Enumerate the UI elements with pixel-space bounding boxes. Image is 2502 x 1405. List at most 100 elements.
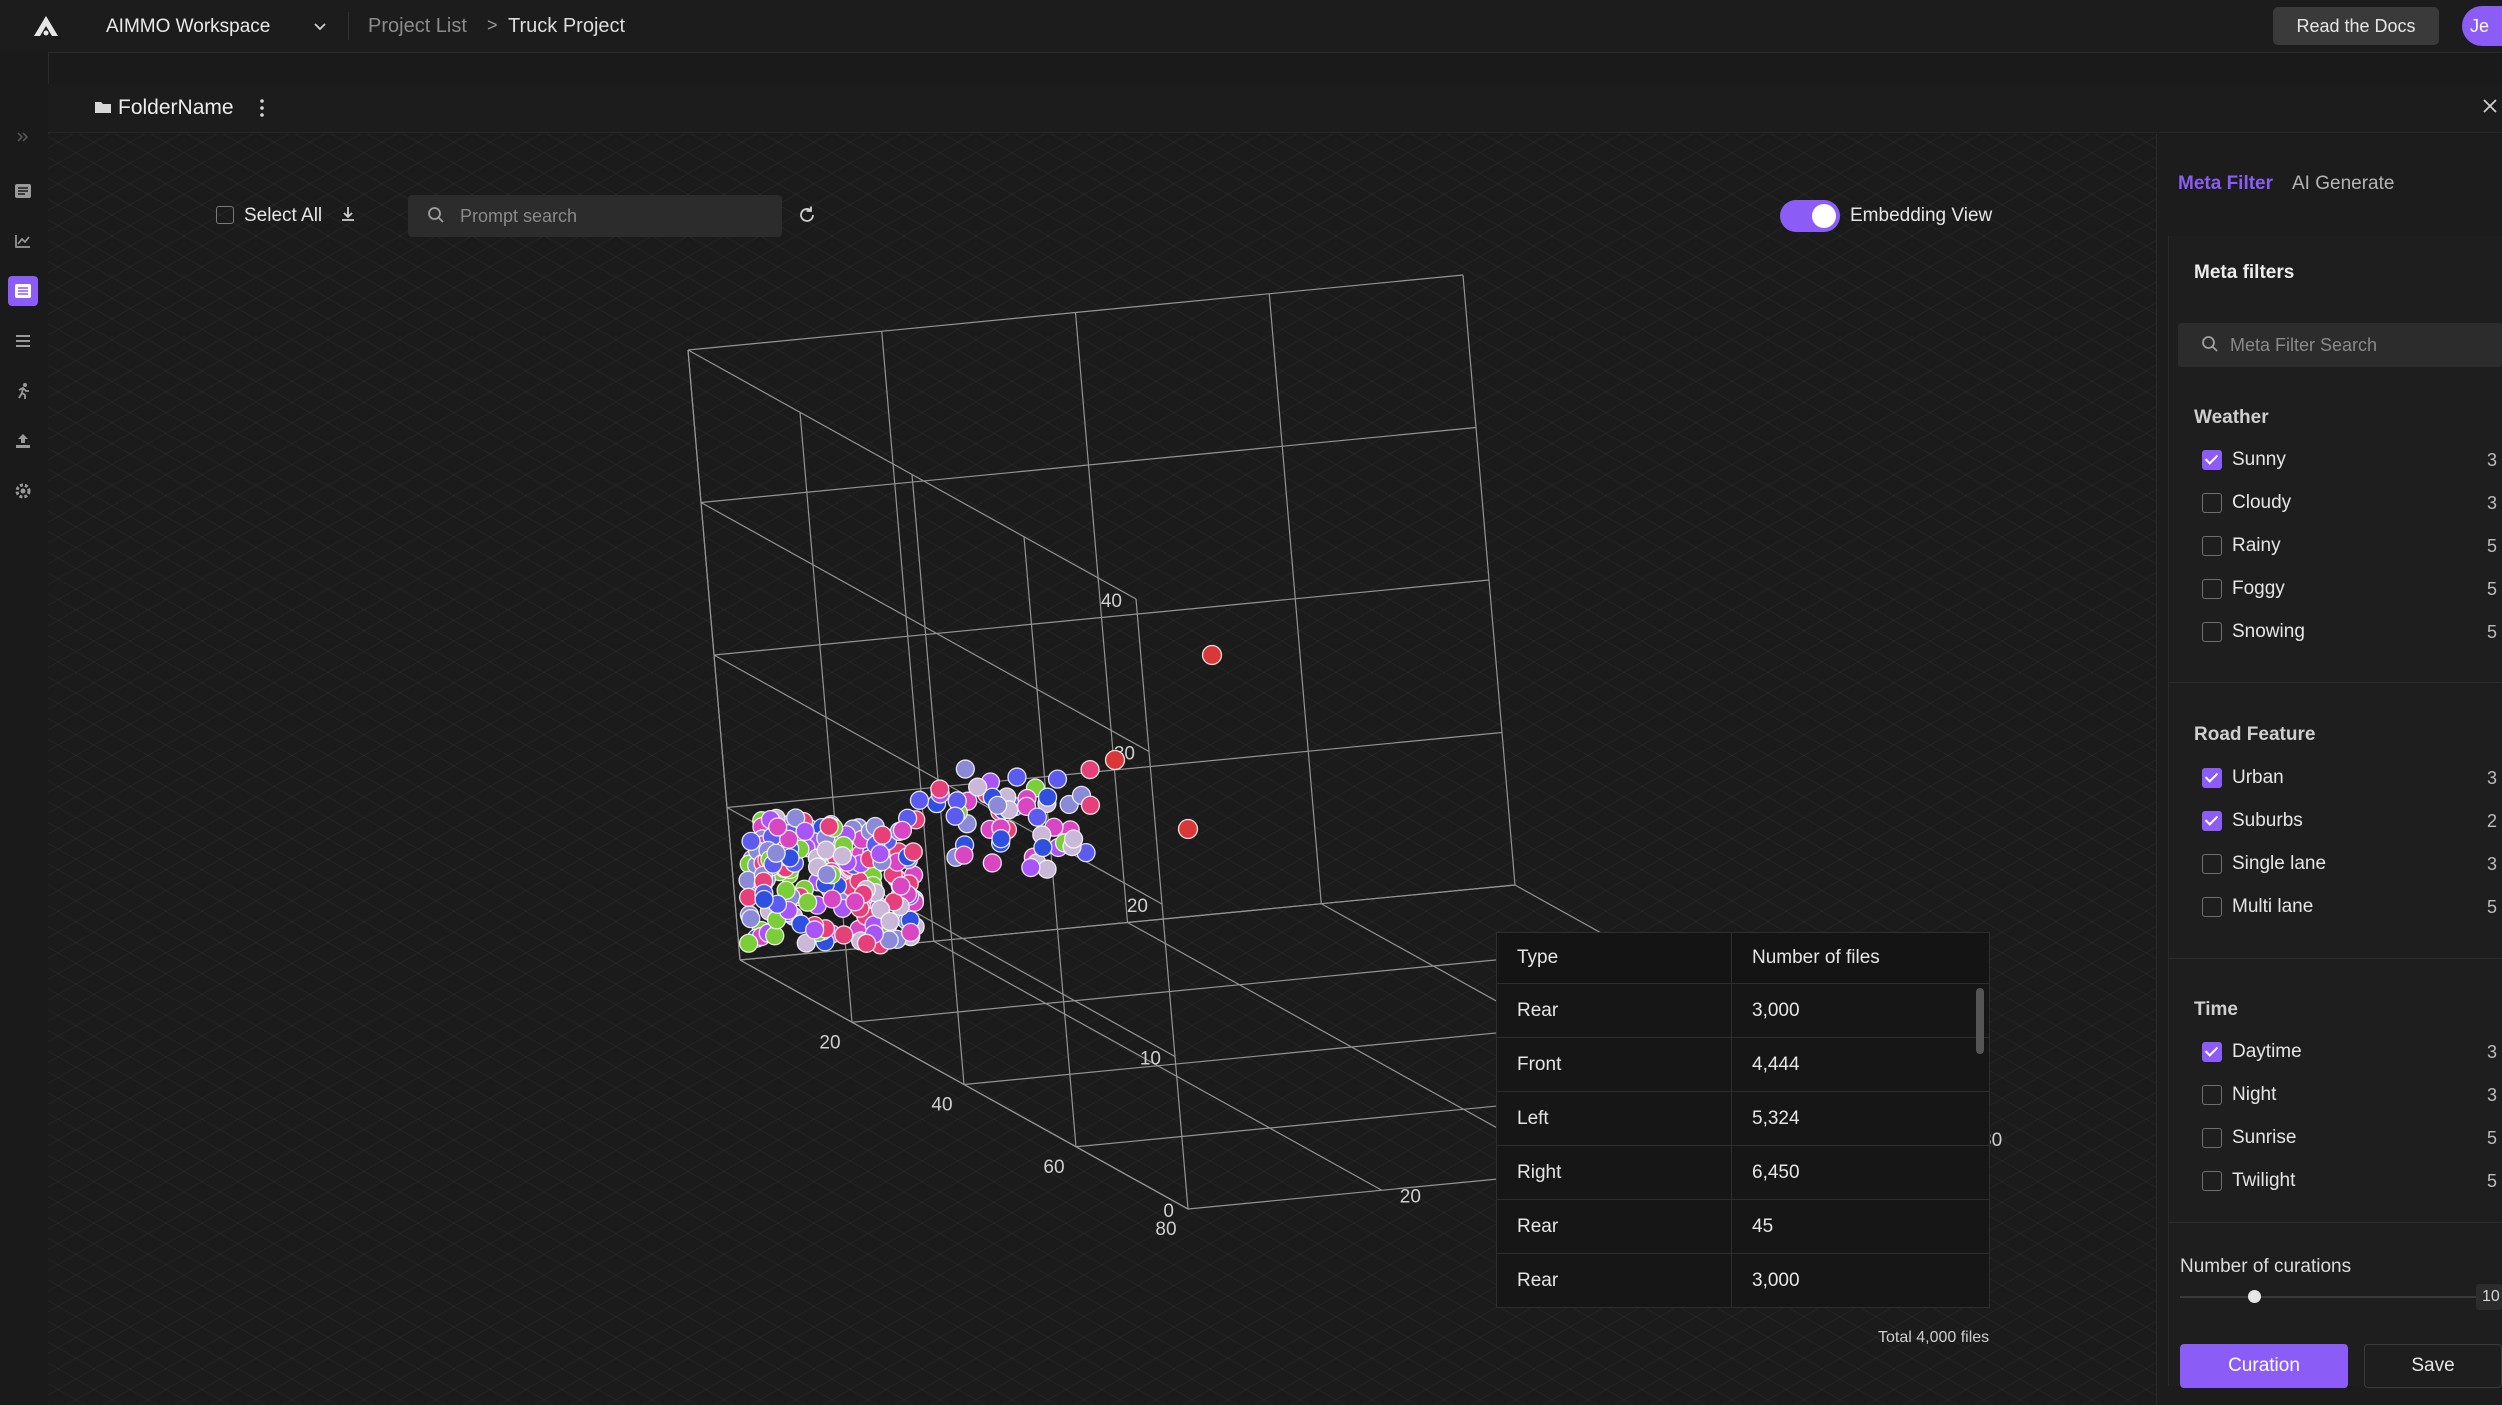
cell-count: 3,000 bbox=[1731, 983, 1990, 1038]
checkbox-snowing[interactable] bbox=[2202, 622, 2222, 642]
filter-label-cloudy[interactable]: Cloudy bbox=[2232, 492, 2291, 514]
section-title-road-feature: Road Feature bbox=[2194, 724, 2316, 745]
axis-tick-label: 20 bbox=[1400, 1186, 1421, 1207]
filter-label-daytime[interactable]: Daytime bbox=[2232, 1041, 2302, 1063]
scatter-point bbox=[991, 829, 1011, 849]
filter-label-suburbs[interactable]: Suburbs bbox=[2232, 810, 2303, 832]
scatter-point bbox=[955, 759, 975, 779]
checkbox-sunrise[interactable] bbox=[2202, 1128, 2222, 1148]
cell-type: Left bbox=[1496, 1091, 1732, 1146]
scatter-point bbox=[892, 820, 913, 841]
section-divider bbox=[2168, 682, 2502, 683]
select-all-label[interactable]: Select All bbox=[244, 205, 322, 227]
close-icon[interactable] bbox=[2482, 98, 2498, 114]
checkbox-single-lane[interactable] bbox=[2202, 854, 2222, 874]
prompt-search-input[interactable] bbox=[408, 195, 782, 237]
filter-label-rainy[interactable]: Rainy bbox=[2232, 535, 2281, 557]
scatter-point bbox=[765, 926, 785, 946]
scatter-point bbox=[817, 864, 837, 885]
table-scrollbar[interactable] bbox=[1976, 988, 1984, 1054]
scatter-point bbox=[903, 842, 923, 862]
grid-line bbox=[700, 501, 1150, 753]
filter-label-single-lane[interactable]: Single lane bbox=[2232, 853, 2326, 875]
filter-label-snowing[interactable]: Snowing bbox=[2232, 621, 2305, 643]
cell-type: Rear bbox=[1496, 1199, 1732, 1254]
refresh-icon[interactable] bbox=[796, 204, 818, 226]
scatter-point bbox=[1201, 644, 1223, 666]
filter-label-multi-lane[interactable]: Multi lane bbox=[2232, 896, 2313, 918]
grid-line bbox=[1268, 293, 1322, 904]
scatter-point bbox=[1037, 787, 1058, 807]
grid-line bbox=[700, 426, 1477, 504]
checkbox-daytime[interactable] bbox=[2202, 1042, 2222, 1062]
filter-count: 5 bbox=[2487, 536, 2498, 556]
table-row[interactable]: Rear 3,000 bbox=[1496, 983, 1990, 1038]
checkbox-suburbs[interactable] bbox=[2202, 811, 2222, 831]
filter-count: 3 bbox=[2487, 450, 2498, 470]
axis-tick-label: 20 bbox=[819, 1032, 840, 1053]
scatter-point bbox=[1047, 769, 1068, 789]
table-row[interactable]: Front 4,444 bbox=[1496, 1037, 1990, 1092]
scatter-point bbox=[982, 853, 1002, 873]
filter-count: 5 bbox=[2487, 579, 2498, 599]
filter-count: 5 bbox=[2487, 1128, 2498, 1148]
checkbox-urban[interactable] bbox=[2202, 768, 2222, 788]
save-button[interactable]: Save bbox=[2364, 1344, 2502, 1388]
curations-label: Number of curations bbox=[2180, 1256, 2352, 1277]
checkbox-sunny[interactable] bbox=[2202, 450, 2222, 470]
read-docs-button[interactable]: Read the Docs bbox=[2273, 7, 2439, 45]
filter-label-sunrise[interactable]: Sunrise bbox=[2232, 1127, 2296, 1149]
tab-ai-generate[interactable]: AI Generate bbox=[2292, 173, 2394, 195]
table-row[interactable]: Left 5,324 bbox=[1496, 1091, 1990, 1146]
filter-label-sunny[interactable]: Sunny bbox=[2232, 449, 2286, 471]
scatter-point bbox=[822, 889, 842, 909]
download-icon[interactable] bbox=[338, 204, 358, 224]
cell-count: 6,450 bbox=[1731, 1145, 1990, 1200]
header-type[interactable]: Type bbox=[1496, 932, 1732, 984]
scatter-point bbox=[1021, 857, 1041, 878]
checkbox-multi-lane[interactable] bbox=[2202, 897, 2222, 917]
cell-type: Front bbox=[1496, 1037, 1732, 1092]
scatter-point bbox=[797, 892, 818, 912]
scatter-point bbox=[741, 908, 761, 929]
checkbox-foggy[interactable] bbox=[2202, 579, 2222, 599]
curations-value[interactable]: 10 bbox=[2476, 1284, 2502, 1310]
checkbox-twilight[interactable] bbox=[2202, 1171, 2222, 1191]
filter-label-twilight[interactable]: Twilight bbox=[2232, 1170, 2295, 1192]
filter-label-night[interactable]: Night bbox=[2232, 1084, 2276, 1106]
scatter-point bbox=[1063, 829, 1084, 849]
section-title-time: Time bbox=[2194, 999, 2239, 1020]
table-row[interactable]: Rear 3,000 bbox=[1496, 1253, 1990, 1308]
table-row[interactable]: Right 6,450 bbox=[1496, 1145, 1990, 1200]
filter-count: 5 bbox=[2487, 897, 2498, 917]
scatter-point bbox=[945, 806, 965, 826]
scatter-point bbox=[738, 933, 759, 953]
filter-count: 3 bbox=[2487, 1085, 2498, 1105]
filter-label-urban[interactable]: Urban bbox=[2232, 767, 2284, 789]
grid-line bbox=[687, 274, 1464, 351]
table-row[interactable]: Rear 45 bbox=[1496, 1199, 1990, 1254]
checkbox-cloudy[interactable] bbox=[2202, 493, 2222, 513]
checkbox-rainy[interactable] bbox=[2202, 536, 2222, 556]
filter-label-foggy[interactable]: Foggy bbox=[2232, 578, 2285, 600]
curations-slider-knob[interactable] bbox=[2248, 1290, 2261, 1303]
scatter-point bbox=[1177, 818, 1199, 840]
scatter-point bbox=[832, 846, 852, 866]
checkbox-night[interactable] bbox=[2202, 1085, 2222, 1105]
axis-tick-label: 60 bbox=[1043, 1157, 1064, 1178]
scatter-point bbox=[880, 911, 900, 932]
section-divider bbox=[2168, 958, 2502, 959]
scatter-point bbox=[968, 777, 988, 797]
select-all-checkbox[interactable] bbox=[216, 206, 234, 224]
scatter-point bbox=[1080, 759, 1100, 780]
toggle-knob[interactable] bbox=[1812, 204, 1836, 228]
scatter-point bbox=[856, 933, 877, 953]
avatar[interactable]: Je bbox=[2462, 6, 2502, 46]
curations-slider-track[interactable] bbox=[2180, 1296, 2476, 1298]
axis-tick-label: 40 bbox=[1101, 591, 1122, 612]
cell-type: Right bbox=[1496, 1145, 1732, 1200]
curation-button[interactable]: Curation bbox=[2180, 1344, 2348, 1388]
header-number-of-files[interactable]: Number of files bbox=[1731, 932, 1990, 984]
tab-meta-filter[interactable]: Meta Filter bbox=[2178, 173, 2273, 195]
meta-filter-search-input[interactable] bbox=[2178, 323, 2502, 367]
